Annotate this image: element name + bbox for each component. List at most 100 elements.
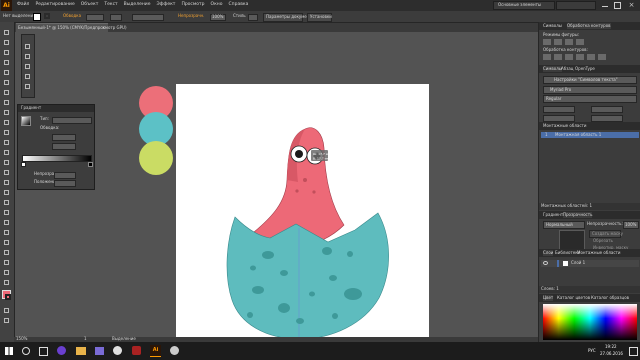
notifications-icon[interactable] xyxy=(629,347,638,356)
menu-item-file[interactable]: Файл xyxy=(17,2,29,7)
kerning-field[interactable] xyxy=(543,115,575,122)
menu-item-help[interactable]: Справка xyxy=(229,2,249,7)
scale-tool-icon[interactable] xyxy=(2,139,11,146)
leading-field[interactable] xyxy=(591,106,623,113)
zoom-tool-icon[interactable] xyxy=(2,279,11,286)
menu-item-type[interactable]: Текст xyxy=(104,2,117,7)
illustrator-taskbar-icon[interactable]: Ai xyxy=(150,345,161,357)
task-view-icon[interactable] xyxy=(39,347,48,356)
swatch-circle-lime[interactable] xyxy=(139,141,173,175)
screen-mode-icon[interactable] xyxy=(2,317,11,324)
clip-checkbox-label[interactable]: Обрезать xyxy=(593,238,613,244)
windows-start-icon[interactable] xyxy=(5,347,13,355)
workspace-switcher[interactable]: Основные элементы xyxy=(493,1,555,10)
browser-taskbar-icon[interactable] xyxy=(57,346,66,355)
width-tool-icon[interactable] xyxy=(2,149,11,156)
transparency-opacity-field[interactable]: 100% xyxy=(623,221,639,229)
tracking-field[interactable] xyxy=(591,115,623,122)
pathfinder-mode-buttons[interactable] xyxy=(543,39,587,45)
menu-item-effect[interactable]: Эффект xyxy=(156,2,175,7)
stroke-color-box[interactable] xyxy=(5,294,11,300)
mesh-tool-icon[interactable] xyxy=(2,189,11,196)
app-logo[interactable]: Ai xyxy=(1,0,12,11)
paintbrush-tool-icon[interactable] xyxy=(2,99,11,106)
magic-wand-tool-icon[interactable] xyxy=(2,49,11,56)
free-transform-tool-icon[interactable] xyxy=(2,159,11,166)
selection-tool-icon[interactable] xyxy=(2,29,11,36)
stroke-swatch[interactable] xyxy=(44,13,50,19)
blend-mode-select[interactable]: Нормальный xyxy=(543,221,585,229)
style-swatch[interactable] xyxy=(248,14,258,21)
drawing-mode-icon[interactable] xyxy=(2,307,11,314)
document-settings-button[interactable]: Параметры документа xyxy=(263,13,314,22)
artboard-list-row[interactable]: 1 Монтажная область 1 xyxy=(541,132,639,138)
direct-selection-tool-icon[interactable] xyxy=(2,39,11,46)
tab-transparency[interactable]: Прозрачность xyxy=(563,212,593,218)
yandex-taskbar-icon[interactable] xyxy=(113,346,122,355)
type-tool-icon[interactable] xyxy=(2,69,11,76)
artboard-tool-icon[interactable] xyxy=(2,249,11,256)
rotate-tool-icon[interactable] xyxy=(2,129,11,136)
capture-taskbar-icon[interactable] xyxy=(170,346,179,355)
layer-row[interactable]: Слой 1 xyxy=(541,260,639,267)
explorer-taskbar-icon[interactable] xyxy=(76,347,86,355)
clock-date[interactable]: 27.06.2016 xyxy=(600,351,623,357)
tab-swatch-libraries[interactable]: Каталог образцов xyxy=(591,295,629,301)
tab-character[interactable]: Символы xyxy=(543,66,562,72)
tab-layers[interactable]: Слои xyxy=(543,250,554,256)
swatch-circle-teal[interactable] xyxy=(139,112,173,146)
pencil-tool-icon[interactable] xyxy=(2,109,11,116)
blend-tool-icon[interactable] xyxy=(2,219,11,226)
rectangle-tool-icon[interactable] xyxy=(2,89,11,96)
layer-name[interactable]: Слой 1 xyxy=(571,260,585,266)
opacity-field[interactable]: 100% xyxy=(210,14,226,21)
store-taskbar-icon[interactable] xyxy=(95,347,104,355)
document-tab-close-icon[interactable]: × xyxy=(102,25,105,31)
color-spectrum[interactable] xyxy=(543,304,637,340)
tab-opentype[interactable]: OpenType xyxy=(575,66,595,72)
perspective-tool-icon[interactable] xyxy=(2,179,11,186)
make-mask-button[interactable]: Создать маску xyxy=(589,230,623,238)
menu-item-edit[interactable]: Редактирование xyxy=(35,2,74,7)
menu-item-select[interactable]: Выделение xyxy=(124,2,151,7)
brush-select[interactable] xyxy=(132,14,164,21)
media-taskbar-icon[interactable] xyxy=(132,346,141,355)
menu-item-view[interactable]: Просмотр xyxy=(181,2,204,7)
tab-gradient[interactable]: Градиент xyxy=(543,212,563,218)
menu-item-object[interactable]: Объект xyxy=(81,2,99,7)
preferences-button[interactable]: Установки xyxy=(307,13,332,22)
font-style-select[interactable]: Regular xyxy=(543,95,637,103)
pathfinder-buttons[interactable] xyxy=(543,54,609,60)
tab-symbols[interactable]: Символы xyxy=(543,23,562,29)
gradient-tool-icon[interactable] xyxy=(2,199,11,206)
visibility-eye-icon[interactable] xyxy=(543,261,548,265)
font-size-field[interactable] xyxy=(543,106,575,113)
slice-tool-icon[interactable] xyxy=(2,259,11,266)
variable-width-select[interactable] xyxy=(110,14,122,21)
character-search-field[interactable]: Настройки "Символов текста" xyxy=(543,76,637,84)
eyedropper-tool-icon[interactable] xyxy=(2,209,11,216)
eraser-tool-icon[interactable] xyxy=(2,119,11,126)
stroke-weight-field[interactable] xyxy=(86,14,104,21)
tab-color[interactable]: Цвет xyxy=(543,295,554,301)
tab-pathfinder[interactable]: Обработка контуров xyxy=(567,23,611,29)
symbol-sprayer-tool-icon[interactable] xyxy=(2,229,11,236)
maximize-icon[interactable] xyxy=(613,1,621,9)
pen-tool-icon[interactable] xyxy=(2,59,11,66)
hand-tool-icon[interactable] xyxy=(2,269,11,276)
close-icon[interactable]: × xyxy=(626,0,637,10)
line-tool-icon[interactable] xyxy=(2,79,11,86)
menu-item-window[interactable]: Окно xyxy=(211,2,223,7)
fill-swatch[interactable] xyxy=(33,13,41,21)
font-family-select[interactable]: Myriad Pro xyxy=(543,86,637,94)
minimize-icon[interactable] xyxy=(601,1,609,9)
clock-time[interactable]: 19:22 xyxy=(605,344,617,350)
search-taskbar-icon[interactable] xyxy=(22,347,30,355)
tab-artboards[interactable]: Монтажные области xyxy=(577,250,620,256)
graph-tool-icon[interactable] xyxy=(2,239,11,246)
search-stock-field[interactable] xyxy=(556,1,596,10)
input-language[interactable]: РУС xyxy=(588,348,596,354)
tab-paragraph[interactable]: Абзац xyxy=(561,66,574,72)
tab-color-guide[interactable]: Каталог цветов xyxy=(557,295,590,301)
shape-builder-tool-icon[interactable] xyxy=(2,169,11,176)
